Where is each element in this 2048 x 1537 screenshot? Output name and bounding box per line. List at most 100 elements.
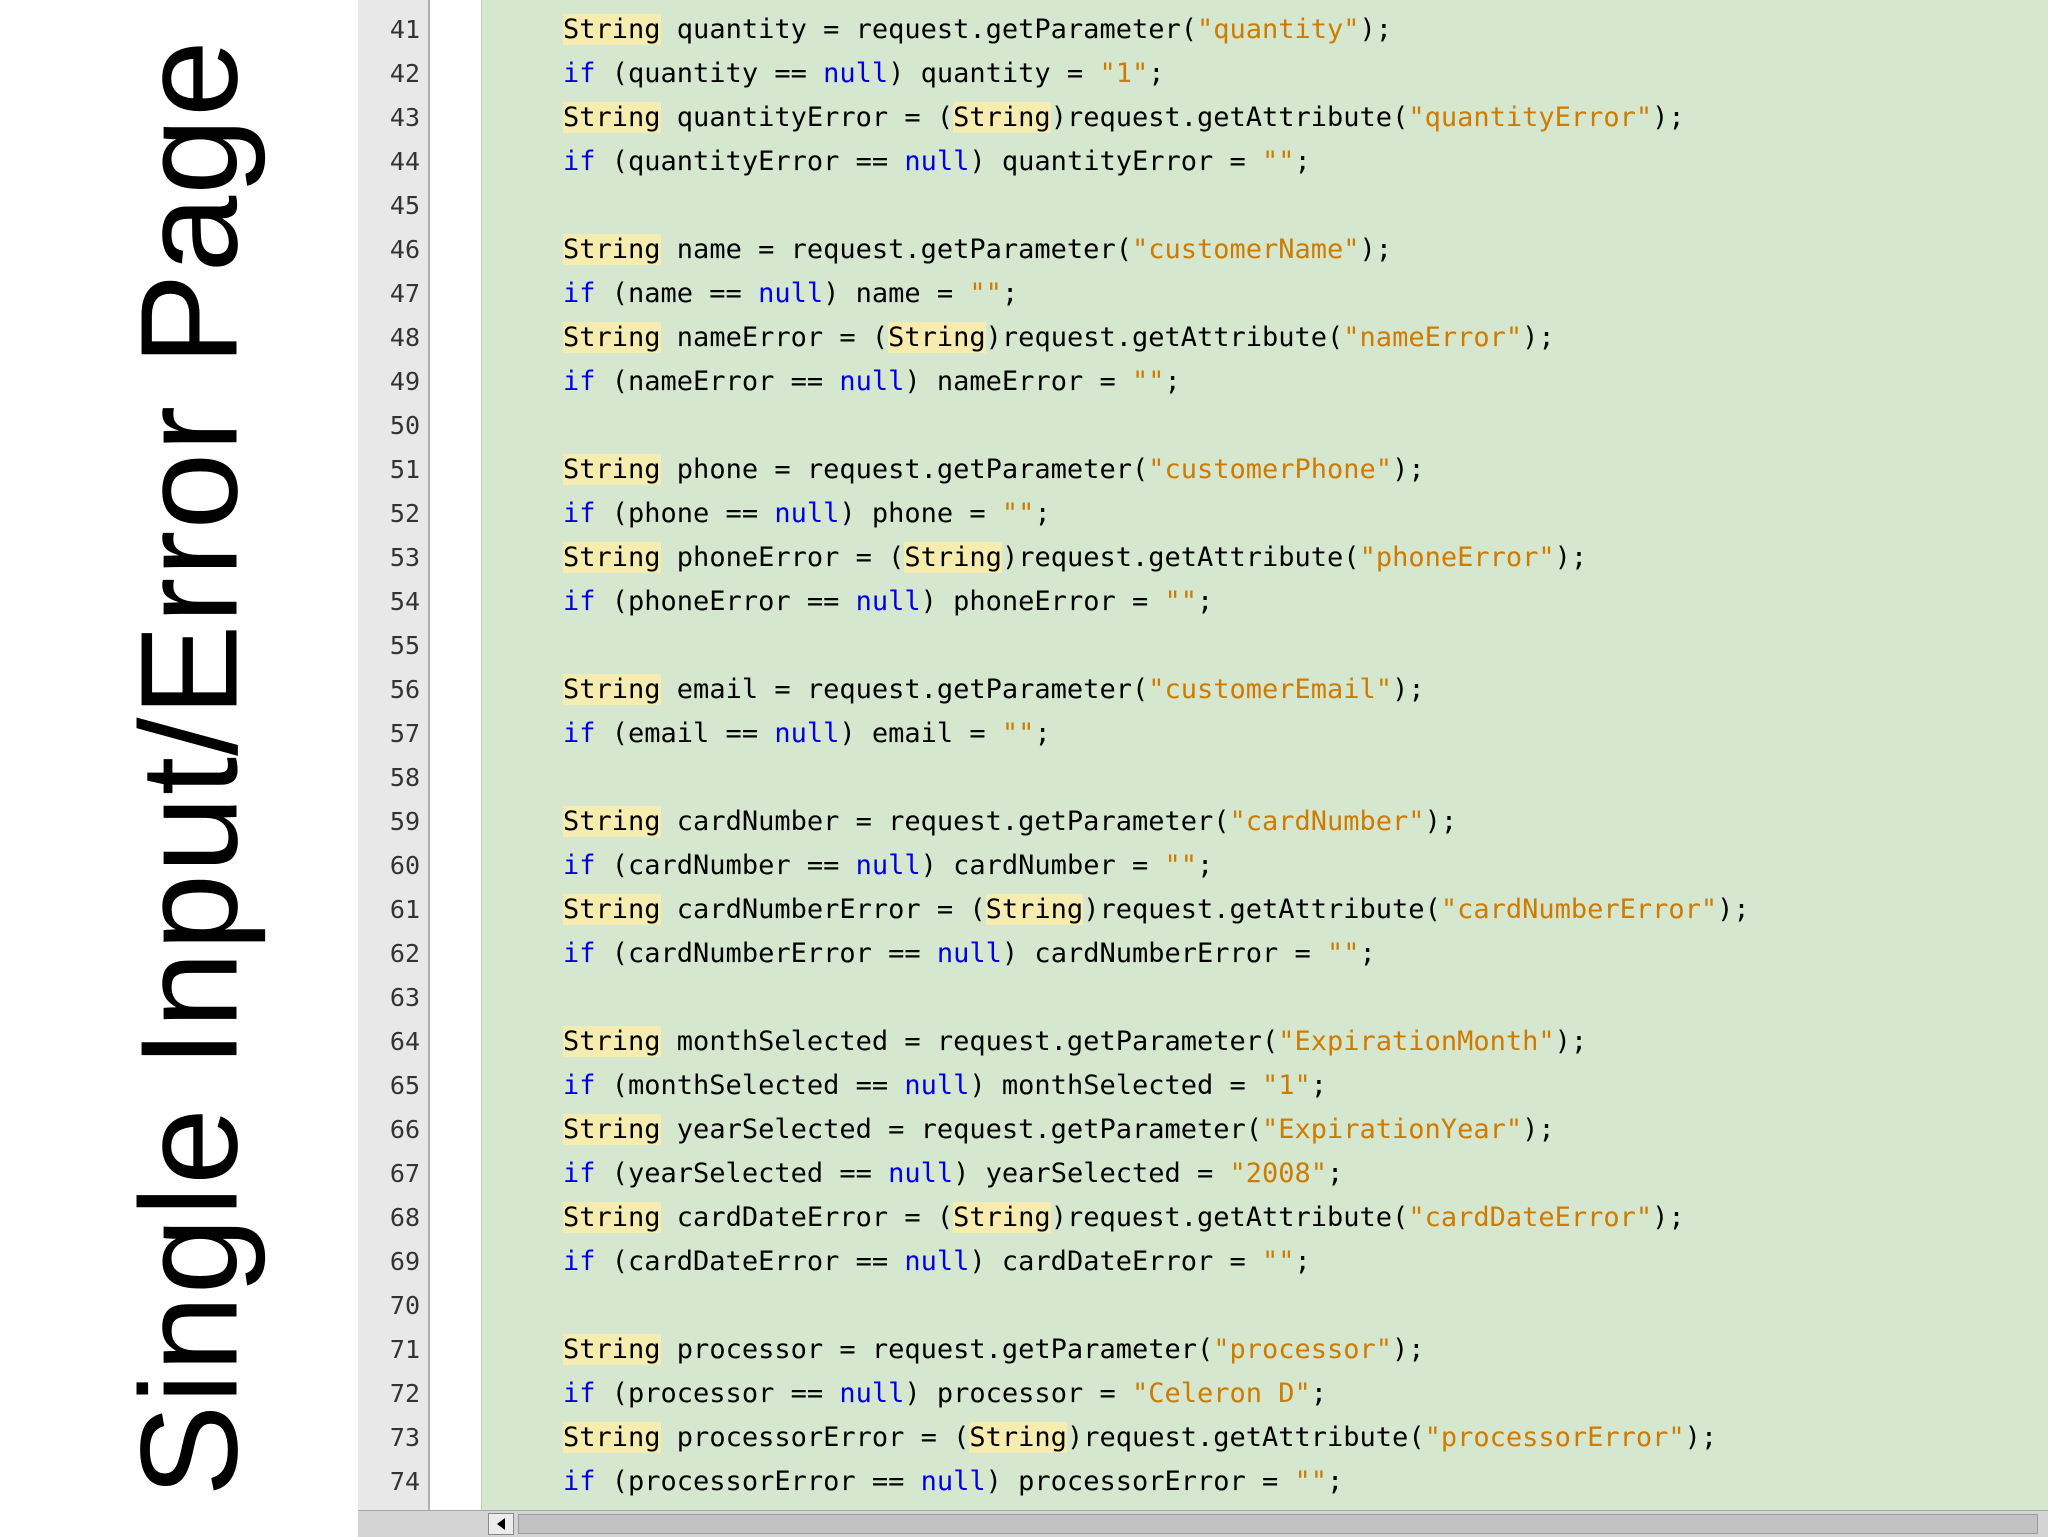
code-line[interactable]: 41 String quantity = request.getParameter… [358,8,2048,52]
code-line[interactable]: 60 if (cardNumber == null) cardNumber = "… [358,844,2048,888]
code-line[interactable]: 74 if (processorError == null) processorE… [358,1460,2048,1504]
code-text: String quantityError = (String)request.g… [563,96,1685,140]
line-number: 69 [389,1247,420,1276]
keyword-token: null [839,366,905,397]
keyword-token: if [563,278,596,309]
code-token: ) monthSelected = [969,1070,1263,1101]
code-line[interactable]: 49 if (nameError == null) nameError = ""; [358,360,2048,404]
code-line[interactable]: 45 [358,184,2048,228]
code-line[interactable]: 42 if (quantity == null) quantity = "1"; [358,52,2048,96]
type-token: String [563,1026,661,1057]
code-text: String email = request.getParameter("cus… [563,668,1425,712]
code-token: ) processorError = [985,1466,1295,1497]
code-line[interactable]: 44 if (quantityError == null) quantityErr… [358,140,2048,184]
code-line[interactable]: 66 String yearSelected = request.getParam… [358,1108,2048,1152]
line-number: 58 [389,763,420,792]
code-line[interactable]: 58 [358,756,2048,800]
code-line[interactable]: 56 String email = request.getParameter("c… [358,668,2048,712]
code-token: phoneError = ( [660,542,905,573]
code-token: ); [1424,806,1458,837]
code-line[interactable]: 70 [358,1284,2048,1328]
scroll-left-icon[interactable] [488,1513,514,1535]
line-number: 70 [389,1291,420,1320]
code-token: ; [1197,850,1214,881]
keyword-token: if [563,146,596,177]
code-token: ) phoneError = [920,586,1165,617]
code-line[interactable]: 64 String monthSelected = request.getPara… [358,1020,2048,1064]
code-text: if (processorError == null) processorErr… [563,1460,1343,1504]
code-line[interactable]: 50 [358,404,2048,448]
code-editor[interactable]: 41 String quantity = request.getParameter… [358,0,2048,1536]
string-token: "" [1294,1466,1328,1497]
code-line[interactable]: 53 String phoneError = (String)request.ge… [358,536,2048,580]
code-token: ) phone = [839,498,1002,529]
string-token: "processor" [1213,1334,1393,1365]
type-token: String [563,1334,661,1365]
code-line[interactable]: 69 if (cardDateError == null) cardDateErr… [358,1240,2048,1284]
line-number: 66 [389,1115,420,1144]
string-token: "cardDateError" [1408,1202,1653,1233]
code-line[interactable]: 57 if (email == null) email = ""; [358,712,2048,756]
code-line[interactable]: 73 String processorError = (String)reques… [358,1416,2048,1460]
line-number: 59 [389,807,420,836]
code-line[interactable]: 46 String name = request.getParameter("cu… [358,228,2048,272]
code-token: ); [1554,542,1588,573]
string-token: "cardNumberError" [1440,894,1718,925]
type-token: String [969,1422,1067,1453]
code-token: ; [1294,146,1311,177]
code-text: String phoneError = (String)request.getA… [563,536,1587,580]
line-number: 74 [389,1467,420,1496]
line-number: 41 [389,15,420,44]
line-number: 44 [389,147,420,176]
code-line[interactable]: 63 [358,976,2048,1020]
line-number: 46 [389,235,420,264]
type-token: String [563,14,661,45]
code-line[interactable]: 52 if (phone == null) phone = ""; [358,492,2048,536]
string-token: "" [1131,366,1165,397]
scrollbar-thumb[interactable] [518,1514,2038,1534]
code-token: ); [1359,14,1393,45]
line-number: 73 [389,1423,420,1452]
keyword-token: if [563,938,596,969]
code-token: ) nameError = [904,366,1132,397]
keyword-token: null [888,1158,954,1189]
code-line[interactable]: 59 String cardNumber = request.getParamet… [358,800,2048,844]
type-token: String [563,102,661,133]
keyword-token: if [563,58,596,89]
code-line[interactable]: 71 String processor = request.getParamete… [358,1328,2048,1372]
code-text: if (quantity == null) quantity = "1"; [563,52,1165,96]
code-line[interactable]: 72 if (processor == null) processor = "Ce… [358,1372,2048,1416]
line-number: 64 [389,1027,420,1056]
line-number: 67 [389,1159,420,1188]
string-token: "processorError" [1424,1422,1685,1453]
code-line[interactable]: 43 String quantityError = (String)request… [358,96,2048,140]
code-line[interactable]: 67 if (yearSelected == null) yearSelected… [358,1152,2048,1196]
code-line[interactable]: 65 if (monthSelected == null) monthSelect… [358,1064,2048,1108]
line-number: 60 [389,851,420,880]
type-token: String [563,806,661,837]
code-line[interactable]: 51 String phone = request.getParameter("c… [358,448,2048,492]
code-token: cardNumber = request.getParameter( [660,806,1230,837]
line-number: 72 [389,1379,420,1408]
code-line[interactable]: 68 String cardDateError = (String)request… [358,1196,2048,1240]
code-token: name = request.getParameter( [660,234,1132,265]
line-number: 71 [389,1335,420,1364]
code-text: if (monthSelected == null) monthSelected… [563,1064,1327,1108]
code-token: nameError = ( [660,322,889,353]
code-token: )request.getAttribute( [985,322,1344,353]
keyword-token: null [855,850,921,881]
line-number: 51 [389,455,420,484]
code-line[interactable]: 54 if (phoneError == null) phoneError = "… [358,580,2048,624]
code-text: String name = request.getParameter("cust… [563,228,1392,272]
code-line[interactable]: 48 String nameError = (String)request.get… [358,316,2048,360]
code-line[interactable]: 62 if (cardNumberError == null) cardNumbe… [358,932,2048,976]
keyword-token: if [563,1158,596,1189]
line-number: 50 [389,411,420,440]
code-token: ); [1392,1334,1425,1365]
code-line[interactable]: 47 if (name == null) name = ""; [358,272,2048,316]
code-line[interactable]: 55 [358,624,2048,668]
horizontal-scrollbar[interactable] [358,1510,2048,1537]
code-token: ); [1652,1202,1685,1233]
code-line[interactable]: 61 String cardNumberError = (String)reque… [358,888,2048,932]
code-token: ); [1554,1026,1588,1057]
